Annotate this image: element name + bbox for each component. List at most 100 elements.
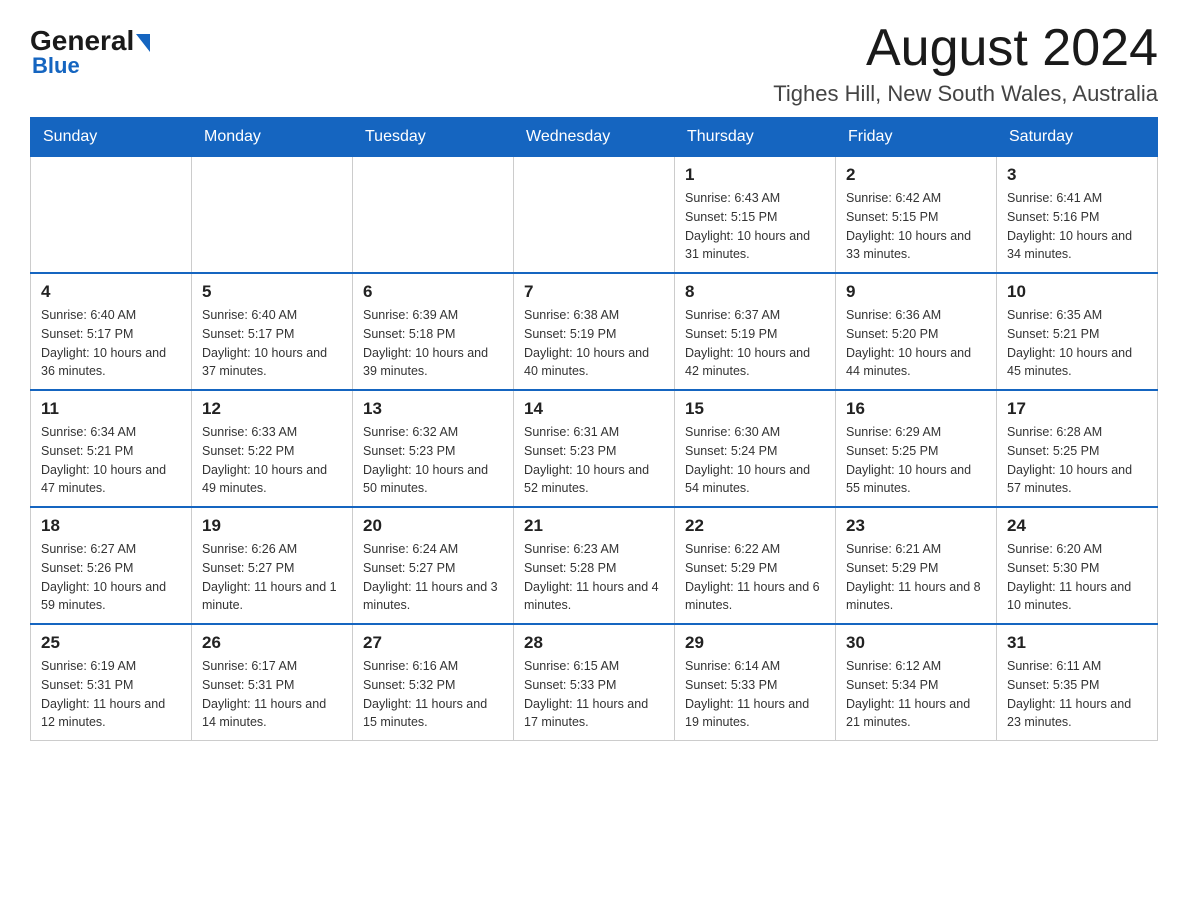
calendar-cell: 11 Sunrise: 6:34 AM Sunset: 5:21 PM Dayli… [31, 390, 192, 507]
day-number: 13 [363, 399, 503, 419]
day-number: 5 [202, 282, 342, 302]
day-info: Sunrise: 6:20 AM Sunset: 5:30 PM Dayligh… [1007, 540, 1147, 615]
day-number: 2 [846, 165, 986, 185]
day-number: 22 [685, 516, 825, 536]
day-info: Sunrise: 6:23 AM Sunset: 5:28 PM Dayligh… [524, 540, 664, 615]
calendar-cell: 18 Sunrise: 6:27 AM Sunset: 5:26 PM Dayli… [31, 507, 192, 624]
day-info: Sunrise: 6:37 AM Sunset: 5:19 PM Dayligh… [685, 306, 825, 381]
day-info: Sunrise: 6:36 AM Sunset: 5:20 PM Dayligh… [846, 306, 986, 381]
logo: General Blue [30, 25, 150, 79]
day-number: 23 [846, 516, 986, 536]
calendar-week-5: 25 Sunrise: 6:19 AM Sunset: 5:31 PM Dayli… [31, 624, 1158, 741]
calendar-cell: 10Sunrise: 6:35 AM Sunset: 5:21 PM Dayli… [997, 273, 1158, 390]
day-number: 19 [202, 516, 342, 536]
calendar-cell: 27 Sunrise: 6:16 AM Sunset: 5:32 PM Dayli… [353, 624, 514, 741]
day-info: Sunrise: 6:29 AM Sunset: 5:25 PM Dayligh… [846, 423, 986, 498]
day-info: Sunrise: 6:27 AM Sunset: 5:26 PM Dayligh… [41, 540, 181, 615]
calendar-cell: 26 Sunrise: 6:17 AM Sunset: 5:31 PM Dayli… [192, 624, 353, 741]
day-info: Sunrise: 6:15 AM Sunset: 5:33 PM Dayligh… [524, 657, 664, 732]
day-number: 4 [41, 282, 181, 302]
calendar-header-tuesday: Tuesday [353, 118, 514, 157]
day-number: 15 [685, 399, 825, 419]
page-header: General Blue August 2024 Tighes Hill, Ne… [30, 20, 1158, 107]
calendar-cell: 23Sunrise: 6:21 AM Sunset: 5:29 PM Dayli… [836, 507, 997, 624]
calendar-cell: 19 Sunrise: 6:26 AM Sunset: 5:27 PM Dayli… [192, 507, 353, 624]
calendar-cell [192, 157, 353, 274]
day-number: 11 [41, 399, 181, 419]
day-number: 9 [846, 282, 986, 302]
calendar-cell: 14Sunrise: 6:31 AM Sunset: 5:23 PM Dayli… [514, 390, 675, 507]
day-info: Sunrise: 6:16 AM Sunset: 5:32 PM Dayligh… [363, 657, 503, 732]
calendar-cell: 22 Sunrise: 6:22 AM Sunset: 5:29 PM Dayli… [675, 507, 836, 624]
day-number: 17 [1007, 399, 1147, 419]
calendar-cell: 29 Sunrise: 6:14 AM Sunset: 5:33 PM Dayli… [675, 624, 836, 741]
day-number: 6 [363, 282, 503, 302]
day-info: Sunrise: 6:24 AM Sunset: 5:27 PM Dayligh… [363, 540, 503, 615]
day-info: Sunrise: 6:43 AM Sunset: 5:15 PM Dayligh… [685, 189, 825, 264]
day-info: Sunrise: 6:30 AM Sunset: 5:24 PM Dayligh… [685, 423, 825, 498]
day-info: Sunrise: 6:35 AM Sunset: 5:21 PM Dayligh… [1007, 306, 1147, 381]
calendar-week-1: 1 Sunrise: 6:43 AM Sunset: 5:15 PM Daylig… [31, 157, 1158, 274]
calendar-cell: 12 Sunrise: 6:33 AM Sunset: 5:22 PM Dayli… [192, 390, 353, 507]
day-info: Sunrise: 6:19 AM Sunset: 5:31 PM Dayligh… [41, 657, 181, 732]
calendar-cell: 20Sunrise: 6:24 AM Sunset: 5:27 PM Dayli… [353, 507, 514, 624]
calendar-cell: 25 Sunrise: 6:19 AM Sunset: 5:31 PM Dayli… [31, 624, 192, 741]
day-number: 28 [524, 633, 664, 653]
calendar-cell: 6 Sunrise: 6:39 AM Sunset: 5:18 PM Daylig… [353, 273, 514, 390]
day-info: Sunrise: 6:42 AM Sunset: 5:15 PM Dayligh… [846, 189, 986, 264]
day-number: 1 [685, 165, 825, 185]
logo-arrow-icon [136, 34, 150, 52]
day-number: 24 [1007, 516, 1147, 536]
day-info: Sunrise: 6:31 AM Sunset: 5:23 PM Dayligh… [524, 423, 664, 498]
day-number: 16 [846, 399, 986, 419]
calendar-cell: 15 Sunrise: 6:30 AM Sunset: 5:24 PM Dayli… [675, 390, 836, 507]
calendar-cell: 5 Sunrise: 6:40 AM Sunset: 5:17 PM Daylig… [192, 273, 353, 390]
calendar-cell: 4 Sunrise: 6:40 AM Sunset: 5:17 PM Daylig… [31, 273, 192, 390]
logo-blue-label: Blue [30, 53, 80, 79]
day-number: 30 [846, 633, 986, 653]
day-number: 26 [202, 633, 342, 653]
calendar-cell [31, 157, 192, 274]
calendar-cell: 16 Sunrise: 6:29 AM Sunset: 5:25 PM Dayli… [836, 390, 997, 507]
calendar-cell [353, 157, 514, 274]
day-info: Sunrise: 6:32 AM Sunset: 5:23 PM Dayligh… [363, 423, 503, 498]
day-number: 7 [524, 282, 664, 302]
day-info: Sunrise: 6:22 AM Sunset: 5:29 PM Dayligh… [685, 540, 825, 615]
day-info: Sunrise: 6:41 AM Sunset: 5:16 PM Dayligh… [1007, 189, 1147, 264]
location-title: Tighes Hill, New South Wales, Australia [773, 81, 1158, 107]
day-number: 27 [363, 633, 503, 653]
day-info: Sunrise: 6:12 AM Sunset: 5:34 PM Dayligh… [846, 657, 986, 732]
calendar-header-friday: Friday [836, 118, 997, 157]
calendar-cell: 7 Sunrise: 6:38 AM Sunset: 5:19 PM Daylig… [514, 273, 675, 390]
day-info: Sunrise: 6:34 AM Sunset: 5:21 PM Dayligh… [41, 423, 181, 498]
day-number: 29 [685, 633, 825, 653]
day-number: 8 [685, 282, 825, 302]
calendar-header-wednesday: Wednesday [514, 118, 675, 157]
day-info: Sunrise: 6:38 AM Sunset: 5:19 PM Dayligh… [524, 306, 664, 381]
day-number: 25 [41, 633, 181, 653]
calendar-header-sunday: Sunday [31, 118, 192, 157]
day-info: Sunrise: 6:26 AM Sunset: 5:27 PM Dayligh… [202, 540, 342, 615]
day-number: 12 [202, 399, 342, 419]
calendar-week-4: 18 Sunrise: 6:27 AM Sunset: 5:26 PM Dayli… [31, 507, 1158, 624]
calendar-header-monday: Monday [192, 118, 353, 157]
calendar-cell: 1 Sunrise: 6:43 AM Sunset: 5:15 PM Daylig… [675, 157, 836, 274]
day-info: Sunrise: 6:40 AM Sunset: 5:17 PM Dayligh… [41, 306, 181, 381]
calendar-cell: 31 Sunrise: 6:11 AM Sunset: 5:35 PM Dayli… [997, 624, 1158, 741]
day-number: 3 [1007, 165, 1147, 185]
calendar-table: SundayMondayTuesdayWednesdayThursdayFrid… [30, 117, 1158, 741]
day-info: Sunrise: 6:40 AM Sunset: 5:17 PM Dayligh… [202, 306, 342, 381]
calendar-cell [514, 157, 675, 274]
day-info: Sunrise: 6:28 AM Sunset: 5:25 PM Dayligh… [1007, 423, 1147, 498]
calendar-cell: 8 Sunrise: 6:37 AM Sunset: 5:19 PM Daylig… [675, 273, 836, 390]
day-info: Sunrise: 6:14 AM Sunset: 5:33 PM Dayligh… [685, 657, 825, 732]
day-number: 18 [41, 516, 181, 536]
calendar-header-thursday: Thursday [675, 118, 836, 157]
day-number: 31 [1007, 633, 1147, 653]
day-info: Sunrise: 6:33 AM Sunset: 5:22 PM Dayligh… [202, 423, 342, 498]
day-info: Sunrise: 6:17 AM Sunset: 5:31 PM Dayligh… [202, 657, 342, 732]
day-info: Sunrise: 6:39 AM Sunset: 5:18 PM Dayligh… [363, 306, 503, 381]
calendar-week-3: 11 Sunrise: 6:34 AM Sunset: 5:21 PM Dayli… [31, 390, 1158, 507]
day-info: Sunrise: 6:11 AM Sunset: 5:35 PM Dayligh… [1007, 657, 1147, 732]
calendar-cell: 21Sunrise: 6:23 AM Sunset: 5:28 PM Dayli… [514, 507, 675, 624]
